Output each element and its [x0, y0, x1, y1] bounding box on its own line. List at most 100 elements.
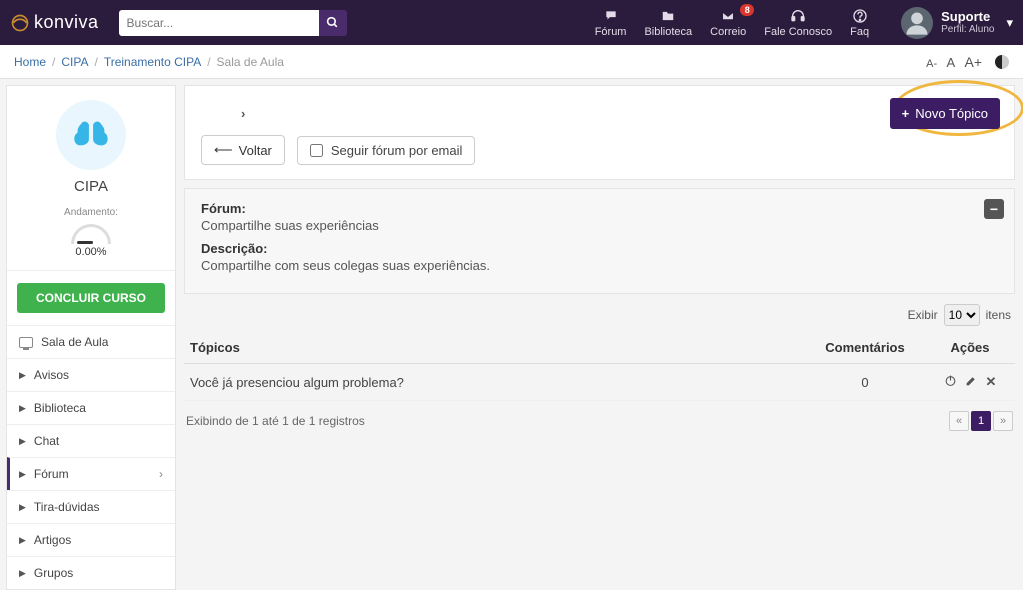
caret-right-icon: ▶: [19, 370, 26, 381]
page-size-select[interactable]: 10: [944, 304, 980, 326]
envelope-icon: [720, 8, 736, 24]
th-comentarios: Comentários: [805, 332, 925, 364]
progress-box: Andamento: 0.00%: [7, 203, 175, 271]
search-icon: [326, 16, 339, 29]
monitor-icon: [19, 337, 33, 348]
table-footer: Exibindo de 1 até 1 de 1 registros « 1 »: [184, 401, 1015, 441]
forum-info-panel: − Fórum: Compartilhe suas experiências D…: [184, 188, 1015, 294]
caret-right-icon: ▶: [19, 436, 26, 447]
hands-icon: [66, 110, 116, 160]
main-content: + Novo Tópico › ⟵ Voltar Seguir fórum po…: [184, 85, 1015, 441]
search-button[interactable]: [319, 10, 347, 36]
menu-label: Chat: [34, 434, 59, 448]
menu-biblioteca[interactable]: ▶Biblioteca: [7, 391, 175, 424]
caret-right-icon: ▶: [19, 502, 26, 513]
topic-title[interactable]: Você já presenciou algum problema?: [184, 364, 805, 401]
follow-label: Seguir fórum por email: [331, 143, 463, 158]
menu-artigos[interactable]: ▶Artigos: [7, 523, 175, 556]
person-icon: [903, 9, 931, 37]
font-reset[interactable]: A: [946, 55, 955, 70]
nav-biblioteca[interactable]: Biblioteca: [644, 8, 692, 38]
desc-text: Compartilhe com seus colegas suas experi…: [201, 258, 998, 273]
power-icon[interactable]: [944, 374, 957, 390]
nav-faq[interactable]: Faq: [850, 8, 869, 38]
nav-forum[interactable]: Fórum: [595, 8, 627, 38]
back-button[interactable]: ⟵ Voltar: [201, 135, 285, 165]
list-controls: Exibir 10 itens: [184, 294, 1015, 332]
menu-tira-duvidas[interactable]: ▶Tira-dúvidas: [7, 490, 175, 523]
conclude-course-button[interactable]: CONCLUIR CURSO: [17, 283, 165, 313]
th-topicos: Tópicos: [184, 332, 805, 364]
brand-swirl-icon: [10, 13, 30, 33]
nav-items: Fórum Biblioteca 8 Correio Fale Conosco …: [595, 7, 1013, 39]
crumb-treinamento[interactable]: Treinamento CIPA: [104, 55, 201, 69]
font-bigger[interactable]: A+: [964, 54, 982, 70]
row-actions: ✕: [931, 374, 1009, 390]
crumb-home[interactable]: Home: [14, 55, 46, 69]
crumb-cipa[interactable]: CIPA: [61, 55, 88, 69]
font-smaller[interactable]: A-: [926, 58, 937, 70]
folder-icon: [660, 8, 676, 24]
breadcrumb-chevron-icon[interactable]: ›: [201, 100, 998, 135]
progress-percent: 0.00%: [7, 246, 175, 258]
menu-avisos[interactable]: ▶ Avisos: [7, 358, 175, 391]
page-current[interactable]: 1: [971, 411, 991, 431]
gauge-icon: [71, 224, 111, 244]
caret-right-icon: ▶: [19, 535, 26, 546]
follow-forum-toggle[interactable]: Seguir fórum por email: [297, 136, 476, 165]
pagination: « 1 »: [949, 411, 1013, 431]
caret-right-icon: ▶: [19, 403, 26, 414]
exibir-label: Exibir: [908, 308, 938, 322]
crumb-sep: /: [207, 55, 210, 69]
follow-checkbox[interactable]: [310, 144, 323, 157]
caret-right-icon: ▶: [19, 469, 26, 480]
menu-forum[interactable]: ▶ Fórum ›: [7, 457, 175, 490]
menu-label: Grupos: [34, 566, 73, 580]
menu-chat[interactable]: ▶ Chat: [7, 424, 175, 457]
page-prev[interactable]: «: [949, 411, 969, 431]
contrast-toggle-icon[interactable]: [995, 55, 1009, 69]
plus-icon: +: [902, 106, 910, 121]
nav-fale-conosco[interactable]: Fale Conosco: [764, 8, 832, 38]
caret-down-icon: ▾: [1006, 15, 1013, 31]
nav-label: Biblioteca: [644, 26, 692, 38]
search-input[interactable]: [119, 10, 319, 36]
menu-label: Sala de Aula: [41, 335, 108, 349]
nav-label: Fale Conosco: [764, 26, 832, 38]
topics-table: Tópicos Comentários Ações Você já presen…: [184, 332, 1015, 401]
user-menu[interactable]: Suporte Perfil: Aluno ▾: [901, 7, 1013, 39]
new-topic-button[interactable]: + Novo Tópico: [890, 98, 1000, 129]
caret-right-icon: ▶: [19, 568, 26, 579]
nav-correio[interactable]: 8 Correio: [710, 8, 746, 38]
brand-logo[interactable]: konviva: [10, 12, 99, 33]
forum-header-panel: + Novo Tópico › ⟵ Voltar Seguir fórum po…: [184, 85, 1015, 180]
course-sidebar: CIPA Andamento: 0.00% CONCLUIR CURSO Sal…: [6, 85, 176, 590]
course-logo: [7, 86, 175, 178]
arrow-left-icon: ⟵: [214, 142, 233, 158]
crumb-sep: /: [52, 55, 55, 69]
top-nav: konviva Fórum Biblioteca 8 Correio Fale …: [0, 0, 1023, 45]
course-name: CIPA: [7, 178, 175, 203]
headset-icon: [790, 8, 806, 24]
table-row[interactable]: Você já presenciou algum problema? 0 ✕: [184, 364, 1015, 401]
mail-badge: 8: [740, 4, 754, 16]
nav-label: Fórum: [595, 26, 627, 38]
menu-sala-de-aula[interactable]: Sala de Aula: [7, 325, 175, 358]
nav-label: Faq: [850, 26, 869, 38]
chevron-right-icon: ›: [159, 467, 163, 481]
back-label: Voltar: [239, 143, 272, 158]
user-role: Perfil: Aluno: [941, 24, 994, 35]
records-info: Exibindo de 1 até 1 de 1 registros: [186, 414, 365, 428]
menu-label: Fórum: [34, 467, 69, 481]
collapse-panel-button[interactable]: −: [984, 199, 1004, 219]
question-icon: [852, 8, 868, 24]
page-next[interactable]: »: [993, 411, 1013, 431]
breadcrumb-bar: Home / CIPA / Treinamento CIPA / Sala de…: [0, 45, 1023, 79]
edit-icon[interactable]: [965, 374, 978, 390]
forum-label: Fórum:: [201, 201, 246, 216]
search-box: [119, 10, 347, 36]
menu-grupos[interactable]: ▶ Grupos: [7, 556, 175, 589]
delete-icon[interactable]: ✕: [986, 374, 997, 390]
forum-title: Compartilhe suas experiências: [201, 218, 998, 233]
menu-label: Avisos: [34, 368, 69, 382]
